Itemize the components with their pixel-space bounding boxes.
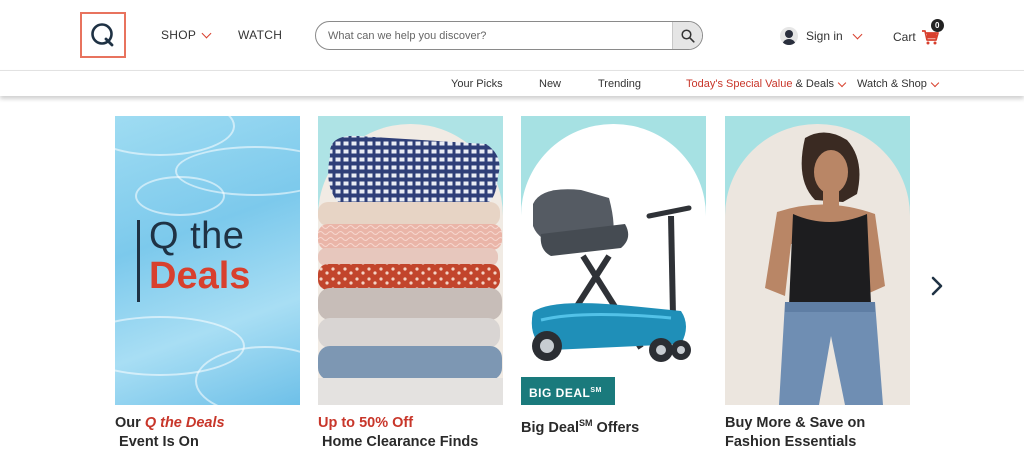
fashion-model-image bbox=[725, 116, 910, 405]
sign-in-menu[interactable]: Sign in bbox=[780, 27, 863, 45]
subnav-label: Trending bbox=[598, 78, 642, 90]
search-input[interactable] bbox=[316, 22, 674, 49]
chevron-down-icon bbox=[930, 78, 940, 87]
carousel-next-button[interactable] bbox=[926, 275, 948, 297]
cart-icon: 0 bbox=[921, 19, 944, 45]
model-illustration bbox=[765, 132, 885, 405]
caption-text: Our bbox=[115, 415, 145, 431]
subnav-label: Watch & Shop bbox=[857, 78, 927, 90]
promo-tile-fashion[interactable]: Buy More & Save on Fashion Essentials bbox=[725, 116, 910, 452]
shop-menu[interactable]: SHOP bbox=[161, 28, 212, 42]
promo-tile-home-clearance[interactable]: Up to 50% Off Home Clearance Finds bbox=[318, 116, 503, 452]
subnav-watch-and-shop[interactable]: Watch & Shop bbox=[857, 78, 940, 90]
pool-water-image: Q the Deals bbox=[115, 116, 300, 405]
user-icon bbox=[780, 27, 798, 45]
subnav-todays-special-value[interactable]: Today's Special Value & Deals bbox=[686, 78, 847, 90]
q-the-deals-artwork: Q the Deals bbox=[139, 216, 250, 296]
tile-caption[interactable]: Buy More & Save on Fashion Essentials bbox=[725, 414, 910, 452]
chevron-down-icon bbox=[837, 78, 847, 87]
promo-tile-big-deal[interactable]: BIG DEALSM Big DealSM Offers bbox=[521, 116, 706, 438]
cart-button[interactable]: Cart 0 bbox=[893, 19, 944, 45]
chevron-right-icon bbox=[931, 276, 943, 296]
caption-accent: Q the Deals bbox=[144, 415, 225, 431]
subnav-label: New bbox=[539, 78, 562, 90]
chevron-down-icon bbox=[201, 28, 212, 38]
tile-caption[interactable]: Up to 50% Off Home Clearance Finds bbox=[318, 414, 503, 452]
cart-count-badge: 0 bbox=[930, 19, 944, 32]
secondary-nav: Your Picks New Trending Today's Special … bbox=[0, 70, 1024, 96]
subnav-label-highlight: Today's Special Value bbox=[686, 78, 793, 90]
caption-text: Event Is On bbox=[115, 434, 199, 450]
big-deal-badge: BIG DEALSM bbox=[521, 377, 615, 405]
subnav-your-picks[interactable]: Your Picks bbox=[451, 78, 503, 90]
caption-text: Offers bbox=[592, 419, 640, 436]
caption-text: Buy More & Save on Fashion Essentials bbox=[725, 415, 866, 450]
watch-label: WATCH bbox=[238, 28, 283, 42]
linen-stack-illustration bbox=[318, 135, 503, 405]
search-icon bbox=[680, 28, 695, 43]
badge-sup: SM bbox=[590, 387, 602, 394]
subnav-label: Your Picks bbox=[451, 78, 503, 90]
cart-label: Cart bbox=[893, 30, 916, 44]
search-bar bbox=[315, 21, 703, 50]
qvc-logo[interactable] bbox=[80, 12, 126, 58]
caption-accent: Up to 50% Off bbox=[318, 415, 414, 431]
subnav-new[interactable]: New bbox=[539, 78, 561, 90]
tile-caption[interactable]: Big DealSM Offers bbox=[521, 414, 706, 438]
caption-sup: SM bbox=[579, 418, 593, 428]
caption-text: Home Clearance Finds bbox=[318, 434, 479, 450]
shop-label: SHOP bbox=[161, 28, 197, 42]
q-logo-icon bbox=[91, 23, 114, 47]
chevron-down-icon bbox=[852, 29, 863, 39]
subnav-trending[interactable]: Trending bbox=[598, 78, 641, 90]
search-button[interactable] bbox=[672, 22, 702, 49]
watch-menu[interactable]: WATCH bbox=[238, 28, 282, 42]
subnav-label: & Deals bbox=[792, 78, 835, 90]
scooter-illustration bbox=[531, 189, 692, 362]
caption-text: Big Deal bbox=[521, 419, 580, 436]
folded-linens-image bbox=[318, 116, 503, 405]
tile-caption[interactable]: Our Q the Deals Event Is On bbox=[115, 414, 300, 452]
deals-art-line1: Q the bbox=[149, 215, 245, 257]
sign-in-label: Sign in bbox=[806, 29, 843, 43]
mobility-scooter-image: BIG DEALSM bbox=[521, 116, 706, 405]
deals-art-line2: Deals bbox=[149, 255, 251, 297]
promo-tile-q-the-deals[interactable]: Q the Deals Our Q the Deals Event Is On bbox=[115, 116, 300, 452]
site-header: SHOP WATCH Sign in Cart 0 bbox=[0, 0, 1024, 70]
badge-label: BIG DEAL bbox=[529, 386, 591, 400]
